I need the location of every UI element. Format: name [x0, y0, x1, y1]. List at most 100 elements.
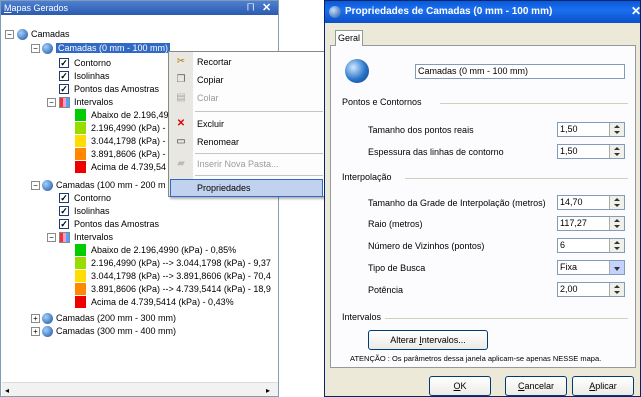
- menu-item-copiar[interactable]: Copiar: [197, 72, 224, 88]
- menu-item-inserir-nova-pasta[interactable]: Inserir Nova Pasta...: [197, 156, 279, 172]
- tree-layer1-label[interactable]: Camadas (0 mm - 100 mm): [56, 43, 171, 53]
- checkbox-isolinhas-2[interactable]: ✓: [59, 206, 69, 216]
- interval-1-4[interactable]: 3.891,8606 (kPa) -: [91, 148, 166, 160]
- close-icon[interactable]: ✕: [631, 4, 641, 18]
- expand-layer4-icon[interactable]: +: [31, 327, 40, 336]
- checkbox-pontos-2[interactable]: ✓: [59, 219, 69, 229]
- power-value: 2,00: [560, 284, 578, 294]
- tree-item-pontos-1[interactable]: Pontos das Amostras: [74, 83, 159, 95]
- checkbox-contorno-2[interactable]: ✓: [59, 193, 69, 203]
- interval-swatch: [75, 109, 86, 121]
- interval-swatch: [75, 296, 86, 308]
- interval-2-1[interactable]: Abaixo de 2.196,4990 (kPa) - 0,85%: [91, 244, 236, 256]
- tree-item-isolinhas-1[interactable]: Isolinhas: [74, 70, 110, 82]
- collapse-intervals1-icon[interactable]: −: [47, 98, 56, 107]
- alter-intervals-pre: Alterar: [390, 335, 420, 345]
- scroll-left-icon[interactable]: ◂: [5, 386, 9, 395]
- power-field[interactable]: 2,00: [557, 282, 625, 297]
- apply-button[interactable]: Aplicar: [572, 376, 634, 396]
- interval-2-4[interactable]: 3.891,8606 (kPa) --> 4.739,5414 (kPa) - …: [91, 283, 271, 295]
- interval-swatch: [75, 257, 86, 269]
- group-divider: [405, 178, 628, 179]
- pin-icon[interactable]: ⨅: [247, 2, 254, 13]
- interval-swatch: [75, 148, 86, 160]
- menu-item-colar[interactable]: Colar: [197, 90, 219, 106]
- menu-separator: [195, 111, 323, 112]
- layer-name-field[interactable]: Camadas (0 mm - 100 mm): [415, 64, 625, 79]
- interval-1-3[interactable]: 3.044,1798 (kPa) -: [91, 135, 166, 147]
- point-size-field[interactable]: 1,50: [557, 122, 625, 137]
- interval-2-3[interactable]: 3.044,1798 (kPa) --> 3.891,8606 (kPa) - …: [91, 270, 271, 282]
- neighbors-field[interactable]: 6: [557, 238, 625, 253]
- folder-icon: ▰: [177, 158, 185, 169]
- spinner-arrows-icon[interactable]: [609, 217, 624, 230]
- group-interpolacao: Interpolação: [342, 172, 392, 182]
- group-divider: [385, 318, 628, 319]
- interval-1-1[interactable]: Abaixo de 2.196,49: [91, 109, 169, 121]
- checkbox-contorno-1[interactable]: ✓: [59, 58, 69, 68]
- scroll-right-icon[interactable]: ▸: [266, 386, 270, 395]
- tree-layer2-label[interactable]: Camadas (100 mm - 200 m: [56, 179, 166, 191]
- menu-item-renomear[interactable]: Renomear: [197, 134, 239, 150]
- interval-2-5[interactable]: Acima de 4.739,5414 (kPa) - 0,43%: [91, 296, 234, 308]
- menu-item-excluir[interactable]: Excluir: [197, 116, 224, 132]
- layer-globe-icon: [42, 43, 53, 54]
- tree-item-intervalos-1[interactable]: Intervalos: [74, 96, 113, 108]
- tree-layer3-label[interactable]: Camadas (200 mm - 300 mm): [56, 312, 176, 324]
- point-size-value: 1,50: [560, 124, 578, 134]
- collapse-intervals2-icon[interactable]: −: [47, 233, 56, 242]
- spinner-arrows-icon[interactable]: [609, 123, 624, 136]
- line-width-field[interactable]: 1,50: [557, 144, 625, 159]
- tab-geral[interactable]: Geral: [335, 30, 363, 46]
- ok-mnemonic: O: [453, 381, 461, 391]
- spinner-arrows-icon[interactable]: [609, 145, 624, 158]
- menu-item-propriedades[interactable]: Propriedades: [197, 180, 251, 196]
- horizontal-scrollbar[interactable]: ◂ ▸: [2, 382, 278, 396]
- ok-button[interactable]: OK: [429, 376, 491, 396]
- layer-globe-icon: [42, 313, 53, 324]
- paste-icon: ▤: [176, 92, 186, 103]
- collapse-layer2-icon[interactable]: −: [31, 181, 40, 190]
- search-type-select[interactable]: Fixa: [557, 260, 625, 275]
- tree-item-isolinhas-2[interactable]: Isolinhas: [74, 205, 110, 217]
- chevron-down-icon[interactable]: [609, 261, 624, 274]
- grid-size-label: Tamanho da Grade de Interpolação (metros…: [368, 198, 546, 208]
- interval-2-2[interactable]: 2.196,4990 (kPa) --> 3.044,1798 (kPa) - …: [91, 257, 271, 269]
- layer-globe-icon: [42, 180, 53, 191]
- cancel-rest: ancelar: [524, 381, 555, 391]
- layer-globe-icon: [345, 59, 369, 83]
- menu-item-recortar[interactable]: Recortar: [197, 54, 232, 70]
- checkbox-pontos-1[interactable]: ✓: [59, 84, 69, 94]
- panel-title-mnemonic: M: [4, 3, 12, 13]
- expand-layer3-icon[interactable]: +: [31, 314, 40, 323]
- tree-item-contorno-2[interactable]: Contorno: [74, 192, 111, 204]
- collapse-root-icon[interactable]: −: [5, 30, 14, 39]
- grid-size-field[interactable]: 14,70: [557, 195, 625, 210]
- spinner-arrows-icon[interactable]: [609, 196, 624, 209]
- search-type-value: Fixa: [560, 262, 578, 272]
- collapse-layer1-icon[interactable]: −: [31, 44, 40, 53]
- power-label: Potência: [368, 285, 404, 295]
- tree-item-intervalos-2[interactable]: Intervalos: [74, 231, 113, 243]
- close-icon[interactable]: ✕: [262, 1, 271, 14]
- tree-root-label[interactable]: Camadas: [31, 28, 70, 40]
- warning-note: ATENÇÃO : Os parâmetros dessa janela apl…: [350, 354, 602, 363]
- radius-field[interactable]: 117,27: [557, 216, 625, 231]
- context-menu: ✂ Recortar ❐ Copiar ▤ Colar ✕ Excluir ▭ …: [168, 51, 325, 197]
- tree-item-contorno-1[interactable]: Contorno: [74, 57, 111, 69]
- intervals-icon: [59, 97, 70, 108]
- group-pontos-contornos: Pontos e Contornos: [342, 97, 422, 107]
- tree-item-pontos-2[interactable]: Pontos das Amostras: [74, 218, 159, 230]
- interval-1-5[interactable]: Acima de 4.739,54: [91, 161, 166, 173]
- cancel-button[interactable]: Cancelar: [505, 376, 567, 396]
- alter-intervals-button[interactable]: Alterar Intervalos...: [368, 330, 488, 350]
- radius-value: 117,27: [560, 218, 587, 228]
- spinner-arrows-icon[interactable]: [609, 283, 624, 296]
- point-size-label: Tamanho dos pontos reais: [368, 125, 474, 135]
- checkbox-isolinhas-1[interactable]: ✓: [59, 71, 69, 81]
- spinner-arrows-icon[interactable]: [609, 239, 624, 252]
- interval-1-2[interactable]: 2.196,4990 (kPa) -: [91, 122, 166, 134]
- tree-layer4-label[interactable]: Camadas (300 mm - 400 mm): [56, 325, 176, 337]
- interval-swatch: [75, 244, 86, 256]
- menu-separator: [195, 153, 323, 154]
